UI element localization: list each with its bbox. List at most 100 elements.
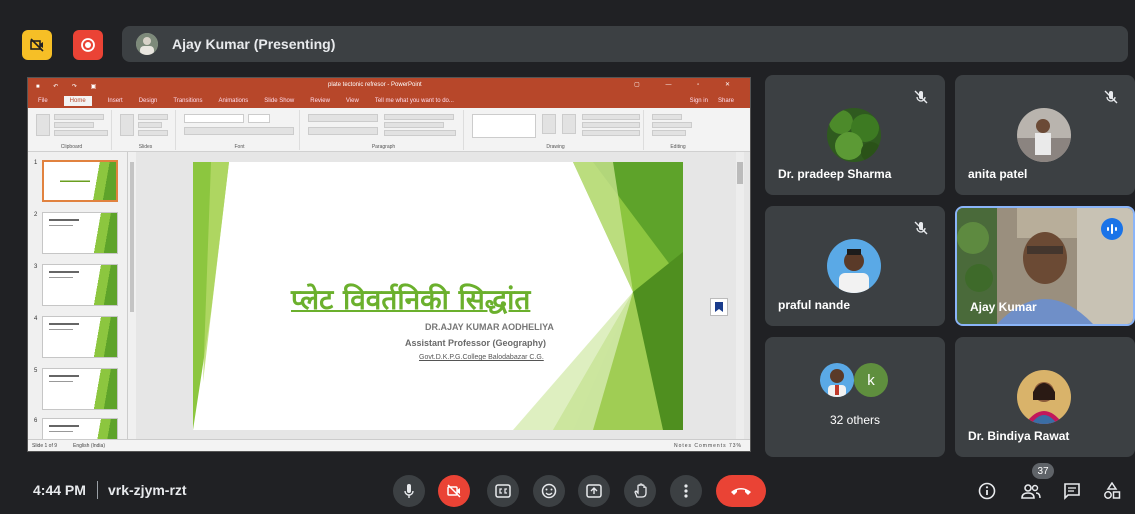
speaking-indicator-icon xyxy=(1101,218,1123,240)
others-tile[interactable]: k 32 others xyxy=(765,337,945,457)
ribbon-group-paragraph[interactable]: Paragraph xyxy=(304,110,464,150)
tab-transitions[interactable]: Transitions xyxy=(173,98,202,104)
ribbon-group-drawing[interactable]: Drawing xyxy=(468,110,644,150)
presenter-avatar xyxy=(136,33,158,55)
present-button[interactable] xyxy=(578,475,610,507)
slide-counter: Slide 1 of 9 xyxy=(32,442,58,449)
ribbon-group-font[interactable]: Font xyxy=(180,110,300,150)
activities-button[interactable] xyxy=(1099,478,1125,504)
camera-status-button[interactable] xyxy=(22,30,52,60)
participant-tile[interactable]: anita patel xyxy=(955,75,1135,195)
meeting-time: 4:44 PM xyxy=(33,482,86,498)
participant-name: Dr. Bindiya Rawat xyxy=(968,429,1070,443)
raise-hand-button[interactable] xyxy=(624,475,656,507)
participant-tile-active-speaker[interactable]: Ajay Kumar xyxy=(955,206,1135,326)
slide-thumbnail[interactable] xyxy=(42,264,118,306)
activities-icon xyxy=(1104,482,1121,499)
slide-thumbnail-panel[interactable]: 1 ▬▬▬▬▬▬ 2 3 4 5 6 xyxy=(28,152,128,439)
share-button[interactable]: Share xyxy=(718,98,734,104)
thumbnail-number: 4 xyxy=(34,316,38,322)
bookmark-icon xyxy=(715,302,723,312)
chat-icon xyxy=(1064,483,1080,500)
slide-role: Assistant Professor (Geography) xyxy=(405,338,547,348)
slide-college: Govt.D.K.P.G.College Balodabazar C.G. xyxy=(419,354,544,361)
ribbon-group-editing[interactable]: Editing xyxy=(648,110,708,150)
camera-off-icon xyxy=(30,38,44,52)
ribbon-group-label: Clipboard xyxy=(60,144,83,150)
presenter-name: Ajay Kumar (Presenting) xyxy=(172,36,336,52)
meeting-code[interactable]: vrk-zjym-rzt xyxy=(108,482,187,498)
sign-in-link[interactable]: Sign in xyxy=(690,98,708,104)
divider xyxy=(97,481,98,499)
shared-screen: ■ ↶ ↷ ▣ plate tectonic refresor - PowerP… xyxy=(27,77,751,452)
more-options-button[interactable] xyxy=(670,475,702,507)
tell-me-box[interactable]: Tell me what you want to do... xyxy=(375,98,454,104)
present-icon xyxy=(586,484,602,498)
ribbon-group-label: Editing xyxy=(670,144,686,150)
thumbnail-number: 5 xyxy=(34,368,38,374)
presenting-banner[interactable]: Ajay Kumar (Presenting) xyxy=(122,26,1128,62)
others-count-label: 32 others xyxy=(829,413,881,427)
thumbnail-scrollbar[interactable] xyxy=(128,152,136,439)
slide-thumbnail[interactable] xyxy=(42,212,118,254)
slide-author: DR.AJAY KUMAR AODHELIYA xyxy=(425,322,554,332)
ribbon-group-label: Font xyxy=(234,144,245,150)
camera-off-icon xyxy=(447,484,461,498)
more-icon xyxy=(684,484,688,498)
slide-thumbnail[interactable] xyxy=(42,418,118,439)
recording-button[interactable] xyxy=(73,30,103,60)
powerpoint-window-title: plate tectonic refresor - PowerPoint xyxy=(328,82,422,88)
participant-tile[interactable]: Dr. pradeep Sharma xyxy=(765,75,945,195)
mic-off-icon xyxy=(911,218,931,238)
status-right-controls[interactable]: Notes Comments 73% xyxy=(674,443,742,449)
tab-home[interactable]: Home xyxy=(63,96,92,106)
avatar xyxy=(827,108,881,162)
captions-icon xyxy=(495,484,511,498)
thumbnail-number: 3 xyxy=(34,264,38,270)
camera-button[interactable] xyxy=(438,475,470,507)
ribbon-group-label: Slides xyxy=(138,144,153,150)
thumbnail-number: 2 xyxy=(34,212,38,218)
ribbon-group-label: Drawing xyxy=(546,144,565,150)
window-controls[interactable]: ▢ — ▫ ✕ xyxy=(634,81,742,88)
powerpoint-title-bar: ■ ↶ ↷ ▣ plate tectonic refresor - PowerP… xyxy=(28,78,750,94)
captions-button[interactable] xyxy=(487,475,519,507)
ribbon-group-label: Paragraph xyxy=(371,144,396,150)
participant-count-badge: 37 xyxy=(1032,463,1054,479)
slide-scrollbar[interactable] xyxy=(736,152,744,439)
participant-name: praful nande xyxy=(778,298,851,312)
avatar xyxy=(1017,108,1071,162)
slide-thumbnail[interactable] xyxy=(42,316,118,358)
tab-insert[interactable]: Insert xyxy=(108,98,123,104)
avatar xyxy=(820,363,854,397)
current-slide[interactable]: प्लेट विवर्तनिकी सिद्धांत DR.AJAY KUMAR … xyxy=(193,162,683,430)
participant-tile[interactable]: praful nande xyxy=(765,206,945,326)
reactions-button[interactable] xyxy=(533,475,565,507)
powerpoint-tabs: File Home Insert Design Transitions Anim… xyxy=(28,94,750,108)
slide-thumbnail[interactable] xyxy=(42,368,118,410)
quick-access-toolbar: ■ ↶ ↷ ▣ xyxy=(36,83,103,90)
ribbon-group-clipboard[interactable]: Clipboard xyxy=(32,110,112,150)
participant-tile[interactable]: Dr. Bindiya Rawat xyxy=(955,337,1135,457)
language-indicator: English (India) xyxy=(73,442,105,449)
avatar xyxy=(827,239,881,293)
bottom-bar: 4:44 PM vrk-zjym-rzt xyxy=(0,466,1135,514)
ribbon-group-slides[interactable]: Slides xyxy=(116,110,176,150)
mic-button[interactable] xyxy=(393,475,425,507)
tab-review[interactable]: Review xyxy=(310,98,330,104)
meeting-info-button[interactable] xyxy=(974,478,1000,504)
slide-title: प्लेट विवर्तनिकी सिद्धांत xyxy=(291,283,531,316)
tab-animations[interactable]: Animations xyxy=(219,98,249,104)
avatar: k xyxy=(854,363,888,397)
tab-slide-show[interactable]: Slide Show xyxy=(264,98,294,104)
tab-file[interactable]: File xyxy=(38,98,48,104)
bookmark-button[interactable] xyxy=(710,298,728,316)
tab-design[interactable]: Design xyxy=(139,98,158,104)
mic-icon xyxy=(404,484,414,498)
people-button[interactable] xyxy=(1018,478,1044,504)
chat-button[interactable] xyxy=(1059,478,1085,504)
leave-call-button[interactable] xyxy=(716,475,766,507)
participant-name: Dr. pradeep Sharma xyxy=(778,167,892,181)
slide-thumbnail[interactable]: ▬▬▬▬▬▬ xyxy=(42,160,118,202)
tab-view[interactable]: View xyxy=(346,98,359,104)
